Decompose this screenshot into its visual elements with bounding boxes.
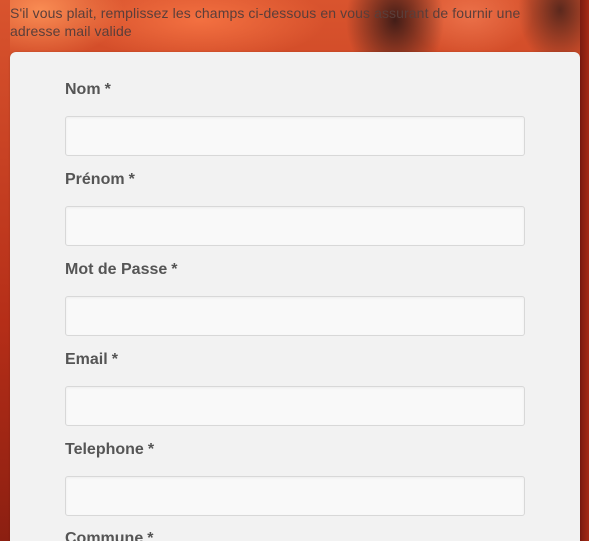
- required-marker: *: [147, 441, 155, 458]
- field-nom: Nom *: [65, 80, 525, 156]
- field-mot-de-passe: Mot de Passe *: [65, 260, 525, 336]
- field-label-text: Email: [65, 351, 108, 368]
- field-label-text: Nom: [65, 81, 101, 98]
- required-marker: *: [111, 351, 118, 368]
- password-input[interactable]: [65, 296, 525, 336]
- field-label-text: Telephone: [65, 441, 144, 458]
- nom-input[interactable]: [65, 116, 525, 156]
- field-label: Email *: [65, 350, 525, 374]
- field-label: Commune *: [65, 529, 525, 541]
- field-email: Email *: [65, 350, 525, 426]
- field-label: Mot de Passe *: [65, 260, 525, 284]
- registration-form-panel: Nom * Prénom * Mot de Passe * Email * Teleph…: [10, 52, 580, 541]
- field-label-text: Commune: [65, 530, 144, 541]
- field-label-text: Prénom: [65, 171, 125, 188]
- telephone-input[interactable]: [65, 476, 525, 516]
- field-label: Telephone *: [65, 440, 525, 464]
- field-label-text: Mot de Passe: [65, 261, 168, 278]
- prenom-input[interactable]: [65, 206, 525, 246]
- required-marker: *: [104, 81, 111, 98]
- required-marker: *: [128, 171, 135, 188]
- required-marker: *: [171, 261, 178, 278]
- required-marker: *: [147, 530, 154, 541]
- background-left-edge: [0, 0, 10, 541]
- field-commune: Commune *: [65, 529, 525, 541]
- field-label: Prénom *: [65, 170, 525, 194]
- field-telephone: Telephone *: [65, 440, 525, 516]
- background-right-edge: [580, 0, 589, 541]
- email-input[interactable]: [65, 386, 525, 426]
- field-label: Nom *: [65, 80, 525, 104]
- intro-text: S'il vous plait, remplissez les champs c…: [10, 5, 521, 39]
- field-prenom: Prénom *: [65, 170, 525, 246]
